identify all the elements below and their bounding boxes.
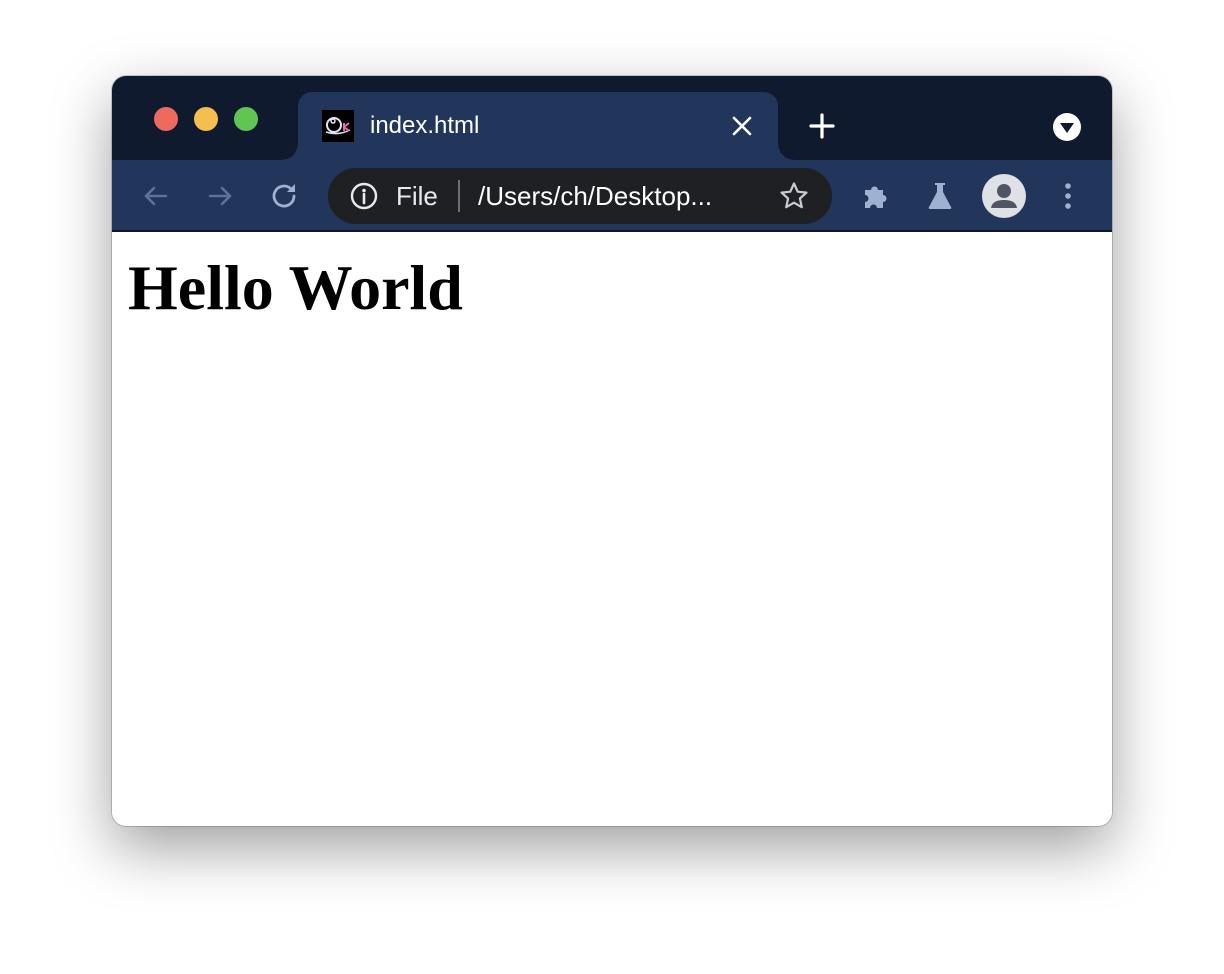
bookmark-star-icon[interactable] — [778, 180, 810, 212]
page-content: Hello World — [112, 234, 1112, 826]
tab-close-icon[interactable] — [730, 114, 754, 138]
reload-icon[interactable] — [268, 180, 300, 212]
kebab-menu-icon[interactable] — [1052, 180, 1084, 212]
address-separator — [458, 180, 460, 212]
labs-flask-icon[interactable] — [924, 180, 956, 212]
extensions-puzzle-icon[interactable] — [860, 180, 892, 212]
tab-index-html[interactable]: index.html — [282, 92, 794, 164]
site-info-icon[interactable] — [348, 180, 380, 212]
scheme-label: File — [396, 181, 438, 211]
window-close-button[interactable] — [154, 107, 178, 131]
tab-search-chevron-down-icon[interactable] — [1052, 112, 1082, 142]
forward-arrow-right-icon[interactable] — [204, 180, 236, 212]
favicon-icon — [322, 110, 354, 142]
window-zoom-button[interactable] — [234, 107, 258, 131]
back-arrow-left-icon[interactable] — [140, 180, 172, 212]
url-text[interactable]: /Users/ch/Desktop... — [478, 181, 748, 211]
address-bar[interactable]: File /Users/ch/Desktop... — [328, 168, 832, 224]
page-heading: Hello World — [128, 252, 463, 323]
browser-toolbar: File /Users/ch/Desktop... — [112, 160, 1112, 232]
tab-title: index.html — [370, 112, 480, 139]
profile-avatar-icon[interactable] — [982, 174, 1026, 218]
tab-strip: index.html — [112, 76, 1112, 164]
window-minimize-button[interactable] — [194, 107, 218, 131]
browser-window: index.html File /Users/ch/Desktop... Hel… — [112, 76, 1112, 826]
new-tab-plus-icon[interactable] — [806, 110, 838, 142]
